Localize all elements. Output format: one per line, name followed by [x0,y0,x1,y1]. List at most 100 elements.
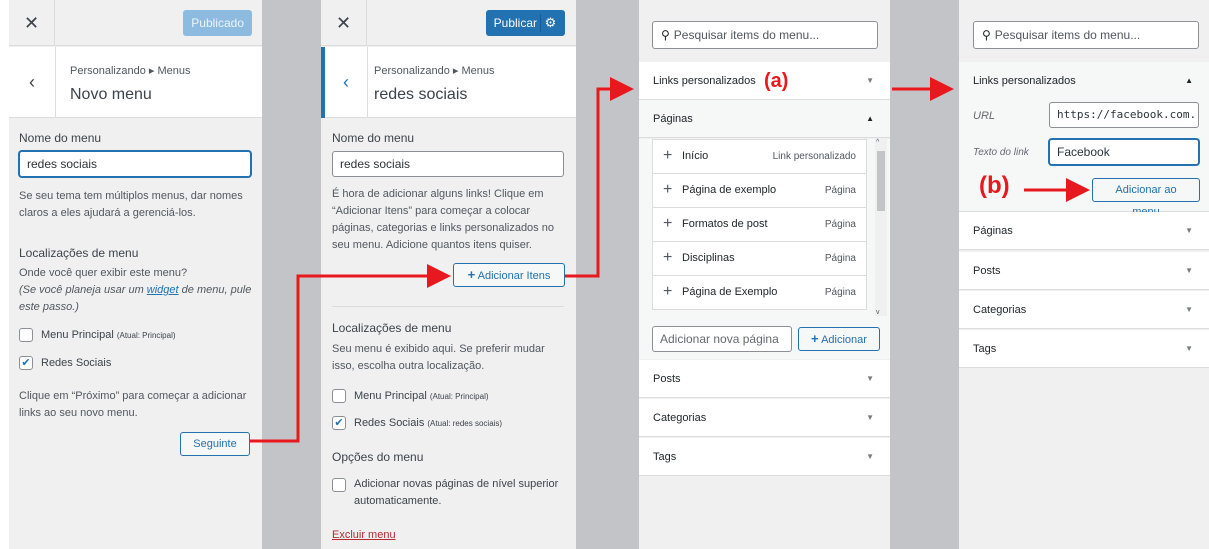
location-social-row[interactable]: ✔ Redes Sociais (Atual: redes sociais) [332,416,502,430]
plus-icon: + [663,181,673,198]
chevron-up-icon: ▲ [866,114,874,123]
accordion-posts[interactable]: Posts ▼ [959,252,1209,290]
back-icon[interactable]: ‹ [9,47,56,118]
accordion-label: Links personalizados [973,75,1076,87]
accordion-label: Tags [973,343,997,355]
customizer-panel-social-menu: ✕ Publicar ⚙ ‹ Personalizando ▸ Menus re… [321,0,576,549]
checkbox-auto-add[interactable] [332,478,346,492]
list-item[interactable]: + Início Link personalizado [652,140,867,174]
check-icon[interactable]: ✔ [332,416,346,430]
menu-name-input[interactable]: redes sociais [332,151,564,177]
accordion-label: Posts [653,373,681,385]
search-items-input[interactable]: ⚲ Pesquisar items do menu... [652,21,878,49]
check-icon[interactable]: ✔ [19,356,33,370]
add-label: Adicionar [821,334,867,346]
accordion-categories[interactable]: Categorias ▼ [959,291,1209,329]
section-title-bar: ‹ Personalizando ▸ Menus Novo menu [9,47,262,118]
locations-note: (Se você planeja usar um widget de menu,… [19,282,255,316]
chevron-down-icon: ▼ [1185,266,1193,275]
accordion-categories[interactable]: Categorias ▼ [639,399,890,437]
link-text-input[interactable]: Facebook [1049,139,1199,165]
panel-gap [576,0,639,549]
customizer-header: ✕ Publicado [9,0,262,46]
note-text: (Se você planeja usar um [19,284,147,296]
menu-name-label: Nome do menu [332,131,415,145]
scrollbar-thumb[interactable] [877,151,885,211]
accordion-pages[interactable]: Páginas ▼ [959,212,1209,250]
breadcrumb: Personalizando ▸ Menus [70,65,191,77]
search-icon: ⚲ [661,28,670,42]
add-page-button[interactable]: + Adicionar [798,327,880,351]
location-sub: (Atual: Principal) [116,330,176,340]
panel-gap [890,0,959,549]
accordion-label: Tags [653,451,677,463]
add-items-hint: É hora de adicionar alguns links! Clique… [332,188,554,251]
location-label: Redes Sociais [354,417,425,429]
accordion-custom-links[interactable]: Links personalizados (a) ▼ [639,62,890,100]
link-text-label: Texto do link [973,147,1029,158]
plus-icon: + [811,331,819,346]
add-to-menu-button[interactable]: Adicionar ao menu [1092,178,1200,218]
location-label: Menu Principal [41,329,114,341]
url-input[interactable]: https://facebook.com. [1049,102,1199,128]
accordion-custom-links[interactable]: Links personalizados ▲ [959,62,1209,100]
widget-link[interactable]: widget [147,284,179,296]
panel-bottom [959,369,1209,549]
menu-name-input[interactable]: redes sociais [19,151,251,177]
location-social-row[interactable]: ✔ Redes Sociais [19,356,111,370]
accordion-label: Posts [973,265,1001,277]
accordion-tags[interactable]: Tags ▼ [959,330,1209,368]
panel-gap [262,0,321,549]
item-type: Página [824,253,856,264]
accordion-pages[interactable]: Páginas ▲ [639,100,890,138]
chevron-down-icon: ▼ [866,413,874,422]
chevron-up-icon: ▲ [1185,76,1193,85]
chevron-down-icon: ▼ [1185,226,1193,235]
publish-label: Publicar [493,16,537,30]
item-title: Início [682,150,709,162]
list-item[interactable]: + Página de exemplo Página [652,174,867,208]
item-type: Link personalizado [772,151,856,162]
plus-icon: + [467,267,476,282]
search-items-input[interactable]: ⚲ Pesquisar items do menu... [973,21,1199,49]
close-icon[interactable]: ✕ [321,0,367,46]
location-primary-row[interactable]: Menu Principal (Atual: Principal) [332,389,489,403]
new-page-input[interactable]: Adicionar nova página [652,326,792,352]
gear-icon[interactable]: ⚙ [540,14,560,32]
item-type: Página [824,287,856,298]
next-hint: Clique em “Próximo” para começar a adici… [19,390,247,419]
scrollbar[interactable]: ^ v [875,139,887,316]
locations-question: Onde você quer exibir este menu? [19,267,188,279]
section-title-bar: ‹ Personalizando ▸ Menus redes sociais [321,47,576,118]
delete-menu-link[interactable]: Excluir menu [332,527,396,544]
checkbox-primary[interactable] [332,389,346,403]
accordion-tags[interactable]: Tags ▼ [639,438,890,476]
item-type: Página [824,219,856,230]
location-sub: (Atual: redes sociais) [427,418,503,428]
locations-heading: Localizações de menu [19,246,139,260]
close-icon[interactable]: ✕ [9,0,55,46]
published-button[interactable]: Publicado [183,10,252,36]
list-item[interactable]: + Página de Exemplo Página [652,276,867,310]
location-label: Menu Principal [354,390,427,402]
item-title: Página de exemplo [682,184,777,196]
chevron-down-icon[interactable]: v [876,309,880,316]
checkbox-primary[interactable] [19,328,33,342]
search-placeholder: Pesquisar items do menu... [673,28,820,42]
add-items-label: Adicionar Itens [477,270,551,282]
back-icon[interactable]: ‹ [321,47,368,118]
location-primary-row[interactable]: Menu Principal (Atual: Principal) [19,328,176,342]
annotation-b: (b) [979,172,1010,199]
list-item[interactable]: + Formatos de post Página [652,208,867,242]
item-title: Formatos de post [682,218,768,230]
chevron-down-icon: ▼ [866,452,874,461]
locations-text: Seu menu é exibido aqui. Se preferir mud… [332,343,545,372]
url-label: URL [973,110,996,122]
accordion-posts[interactable]: Posts ▼ [639,360,890,398]
next-button[interactable]: Seguinte [180,432,250,456]
chevron-up-icon[interactable]: ^ [876,139,879,146]
auto-add-row[interactable]: Adicionar novas páginas de nível superio… [332,476,568,510]
add-items-button[interactable]: + Adicionar Itens [453,263,565,287]
page-title: Novo menu [70,86,152,103]
list-item[interactable]: + Disciplinas Página [652,242,867,276]
